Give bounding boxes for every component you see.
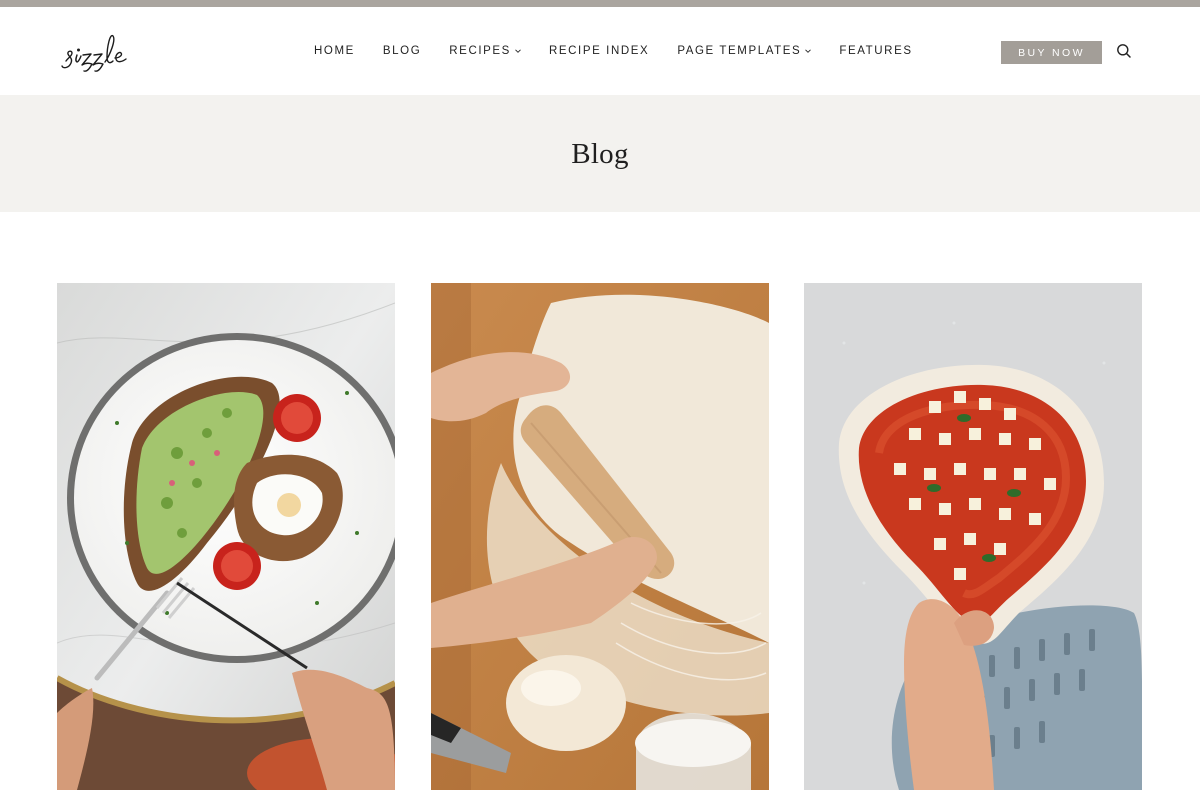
nav-page-templates-label: PAGE TEMPLATES <box>677 45 802 57</box>
search-icon[interactable] <box>1116 43 1132 59</box>
nav-features[interactable]: FEATURES <box>839 45 912 57</box>
post-card-image-rolling-dough[interactable] <box>431 283 769 790</box>
post-card-image-avocado-toast[interactable] <box>57 283 395 790</box>
buy-now-button[interactable]: BUY NOW <box>1001 41 1102 64</box>
page-header-banner: Blog <box>0 95 1200 212</box>
site-header: HOME BLOG RECIPES RECIPE INDEX PAGE TEMP… <box>0 7 1200 95</box>
chevron-down-icon <box>805 49 812 53</box>
nav-blog[interactable]: BLOG <box>383 45 421 57</box>
nav-recipes-label: RECIPES <box>449 45 511 57</box>
nav-blog-label: BLOG <box>382 45 422 57</box>
top-accent-strip <box>0 0 1200 7</box>
nav-features-label: FEATURES <box>839 45 913 57</box>
site-logo[interactable] <box>60 25 150 77</box>
pizza-photo <box>804 283 1142 790</box>
nav-page-templates[interactable]: PAGE TEMPLATES <box>677 45 812 57</box>
chevron-down-icon <box>515 49 521 53</box>
nav-recipe-index-label: RECIPE INDEX <box>548 45 650 57</box>
nav-home-label: HOME <box>314 45 355 57</box>
nav-recipe-index[interactable]: RECIPE INDEX <box>549 45 649 57</box>
nav-recipes[interactable]: RECIPES <box>449 45 521 57</box>
page-title: Blog <box>571 138 629 170</box>
main-navigation: HOME BLOG RECIPES RECIPE INDEX PAGE TEMP… <box>314 43 913 59</box>
rolling-dough-photo <box>431 283 769 790</box>
avocado-toast-photo <box>57 283 395 790</box>
post-card-image-pizza[interactable] <box>804 283 1142 790</box>
nav-home[interactable]: HOME <box>314 45 355 57</box>
